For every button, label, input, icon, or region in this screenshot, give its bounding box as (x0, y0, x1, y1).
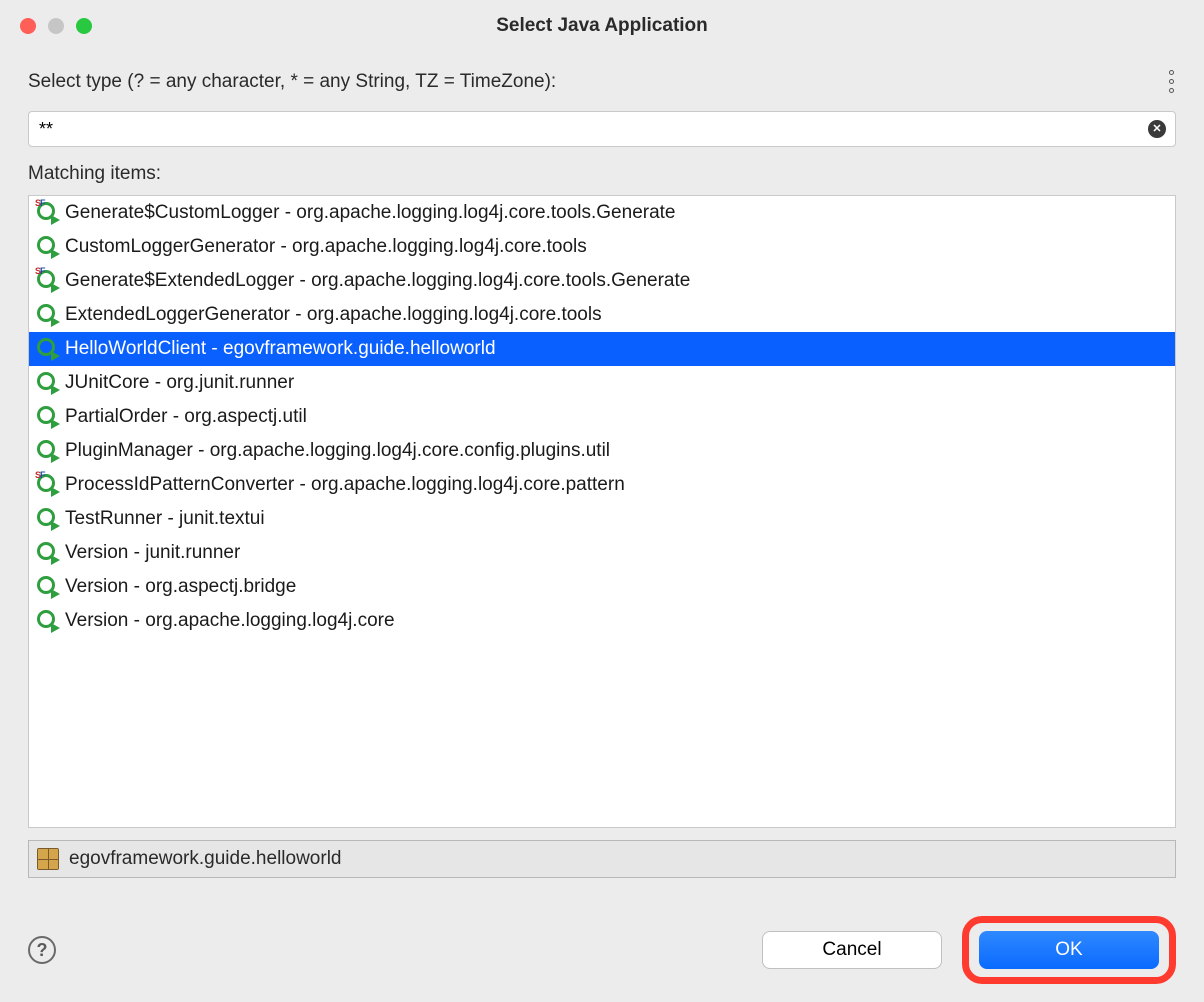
list-item-label: TestRunner - junit.textui (65, 506, 265, 532)
list-item[interactable]: Version - org.apache.logging.log4j.core (29, 604, 1175, 638)
list-item[interactable]: CustomLoggerGenerator - org.apache.loggi… (29, 230, 1175, 264)
java-class-icon (37, 236, 59, 258)
dialog-content: Select type (? = any character, * = any … (0, 52, 1204, 1002)
cancel-button[interactable]: Cancel (762, 931, 942, 969)
list-item[interactable]: SF Generate$ExtendedLogger - org.apache.l… (29, 264, 1175, 298)
window-title: Select Java Application (496, 15, 708, 37)
java-class-icon (37, 576, 59, 598)
list-item-label: Version - org.aspectj.bridge (65, 574, 296, 600)
list-item-label: CustomLoggerGenerator - org.apache.loggi… (65, 234, 587, 260)
filter-prompt-label: Select type (? = any character, * = any … (28, 71, 556, 93)
java-class-icon (37, 542, 59, 564)
list-item[interactable]: SF ProcessIdPatternConverter - org.apache… (29, 468, 1175, 502)
java-class-static-icon: SF (37, 202, 59, 224)
list-item-label: ProcessIdPatternConverter - org.apache.l… (65, 472, 625, 498)
list-item-label: HelloWorldClient - egovframework.guide.h… (65, 336, 496, 362)
list-item[interactable]: SF Generate$CustomLogger - org.apache.log… (29, 196, 1175, 230)
list-item[interactable]: Version - org.aspectj.bridge (29, 570, 1175, 604)
matching-items-label: Matching items: (28, 163, 1176, 185)
list-item[interactable]: JUnitCore - org.junit.runner (29, 366, 1175, 400)
list-item[interactable]: TestRunner - junit.textui (29, 502, 1175, 536)
dialog-footer: ? Cancel OK (28, 916, 1176, 984)
list-item-label: Version - junit.runner (65, 540, 240, 566)
list-item[interactable]: PluginManager - org.apache.logging.log4j… (29, 434, 1175, 468)
list-item[interactable]: ExtendedLoggerGenerator - org.apache.log… (29, 298, 1175, 332)
java-class-icon (37, 440, 59, 462)
minimize-window-button[interactable] (48, 18, 64, 34)
button-row: Cancel OK (762, 916, 1176, 984)
help-button[interactable]: ? (28, 936, 56, 964)
list-item-label: Version - org.apache.logging.log4j.core (65, 608, 395, 634)
view-menu-button[interactable] (1169, 70, 1176, 93)
ok-button-highlight: OK (962, 916, 1176, 984)
dialog-window: Select Java Application Select type (? =… (0, 0, 1204, 1002)
clear-filter-icon[interactable] (1148, 120, 1166, 138)
list-item-label: PluginManager - org.apache.logging.log4j… (65, 438, 610, 464)
titlebar: Select Java Application (0, 0, 1204, 52)
list-item-label: ExtendedLoggerGenerator - org.apache.log… (65, 302, 602, 328)
java-class-icon (37, 508, 59, 530)
java-class-icon (37, 304, 59, 326)
ok-button[interactable]: OK (979, 931, 1159, 969)
list-item[interactable]: PartialOrder - org.aspectj.util (29, 400, 1175, 434)
list-item-label: Generate$CustomLogger - org.apache.loggi… (65, 200, 676, 226)
package-icon (37, 848, 59, 870)
list-item-label: Generate$ExtendedLogger - org.apache.log… (65, 268, 690, 294)
close-window-button[interactable] (20, 18, 36, 34)
java-class-icon (37, 610, 59, 632)
java-class-icon (37, 338, 59, 360)
java-class-static-icon: SF (37, 474, 59, 496)
window-controls (20, 18, 92, 34)
list-item[interactable]: HelloWorldClient - egovframework.guide.h… (29, 332, 1175, 366)
search-box (28, 111, 1176, 147)
list-item-label: JUnitCore - org.junit.runner (65, 370, 294, 396)
selected-package-label: egovframework.guide.helloworld (69, 848, 341, 870)
list-item-label: PartialOrder - org.aspectj.util (65, 404, 307, 430)
list-item[interactable]: Version - junit.runner (29, 536, 1175, 570)
java-class-icon (37, 372, 59, 394)
java-class-static-icon: SF (37, 270, 59, 292)
java-class-icon (37, 406, 59, 428)
status-bar: egovframework.guide.helloworld (28, 840, 1176, 878)
matching-items-list[interactable]: SF Generate$CustomLogger - org.apache.log… (28, 195, 1176, 828)
zoom-window-button[interactable] (76, 18, 92, 34)
filter-input[interactable] (28, 111, 1176, 147)
